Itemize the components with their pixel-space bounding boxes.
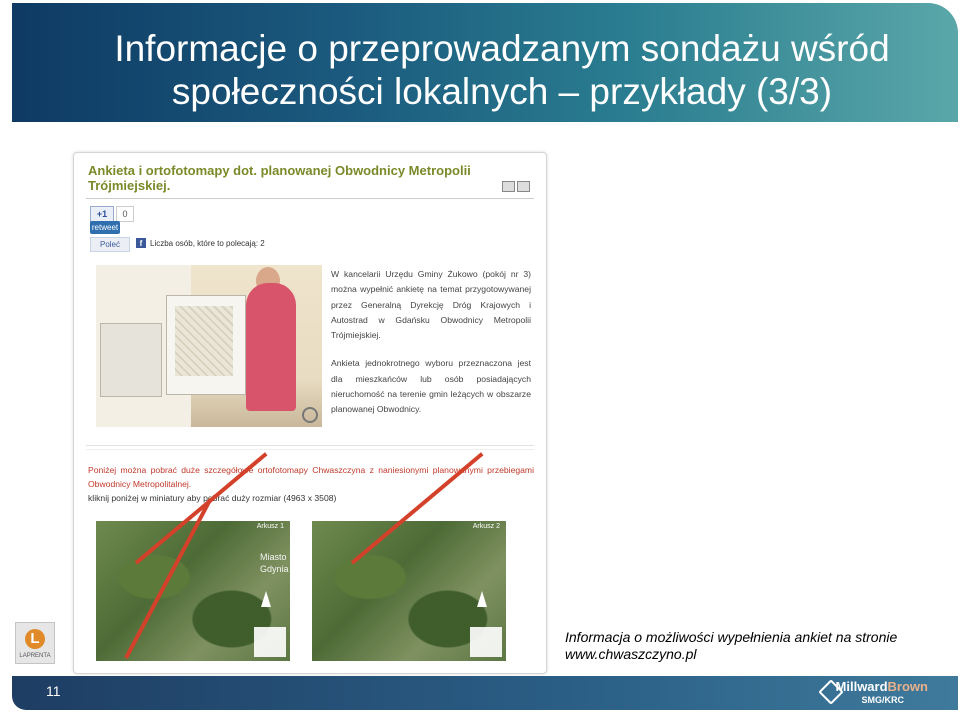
map-thumbnail-1[interactable]: Arkusz 1 Miasto Gdynia bbox=[96, 452, 290, 661]
slide-title: Informacje o przeprowadzanym sondażu wśr… bbox=[114, 28, 890, 112]
gplus-button[interactable]: +1 bbox=[90, 206, 114, 222]
article-paragraph-1: W kancelarii Urzędu Gminy Żukowo (pokój … bbox=[331, 269, 531, 341]
article-description: W kancelarii Urzędu Gminy Żukowo (pokój … bbox=[331, 267, 531, 431]
brand-main: Millward bbox=[835, 679, 888, 694]
info-line-2: www.chwaszczyno.pl bbox=[565, 646, 697, 662]
map-1-city-label: Miasto Gdynia bbox=[260, 552, 289, 574]
map-1-label: Arkusz 1 bbox=[256, 523, 284, 530]
article-paragraph-2: Ankieta jednokrotnego wyboru przeznaczon… bbox=[331, 358, 531, 415]
divider bbox=[86, 449, 534, 450]
map-legend bbox=[254, 627, 286, 657]
brand-subtitle: SMG/KRC bbox=[861, 695, 905, 705]
logo-caption: LAPRENTA bbox=[19, 653, 51, 659]
divider bbox=[86, 445, 534, 446]
compass-icon bbox=[261, 591, 271, 607]
info-text: Informacja o możliwości wypełnienia anki… bbox=[565, 629, 955, 663]
divider bbox=[86, 198, 534, 199]
article-photo[interactable] bbox=[96, 265, 322, 427]
article-title[interactable]: Ankieta i ortofotomapy dot. planowanej O… bbox=[88, 163, 488, 193]
print-icon[interactable] bbox=[502, 181, 515, 192]
laprenta-logo: L LAPRENTA bbox=[15, 622, 55, 664]
facebook-like-button[interactable]: Poleć bbox=[90, 237, 130, 252]
compass-icon bbox=[477, 591, 487, 607]
info-line-1: Informacja o możliwości wypełnienia anki… bbox=[565, 629, 898, 645]
map-legend bbox=[470, 627, 502, 657]
email-icon[interactable] bbox=[517, 181, 530, 192]
footer-bar: 11 MillwardBrown SMG/KRC bbox=[12, 676, 958, 710]
facebook-like-count: Liczba osób, które to polecają: 2 bbox=[150, 239, 265, 248]
page-number: 11 bbox=[46, 683, 61, 699]
map-2-label: Arkusz 2 bbox=[472, 523, 500, 530]
gplus-count: 0 bbox=[116, 206, 134, 222]
website-screenshot: Ankieta i ortofotomapy dot. planowanej O… bbox=[73, 152, 547, 674]
zoom-icon[interactable] bbox=[302, 407, 318, 423]
millward-brown-logo: MillwardBrown bbox=[836, 680, 928, 694]
brand-accent: Brown bbox=[887, 679, 928, 694]
map-thumbnail-2[interactable]: Arkusz 2 bbox=[312, 452, 506, 661]
title-bar: Informacje o przeprowadzanym sondażu wśr… bbox=[12, 3, 958, 122]
logo-letter: L bbox=[25, 629, 45, 649]
retweet-button[interactable]: retweet bbox=[90, 221, 120, 234]
facebook-icon: f bbox=[136, 238, 146, 248]
